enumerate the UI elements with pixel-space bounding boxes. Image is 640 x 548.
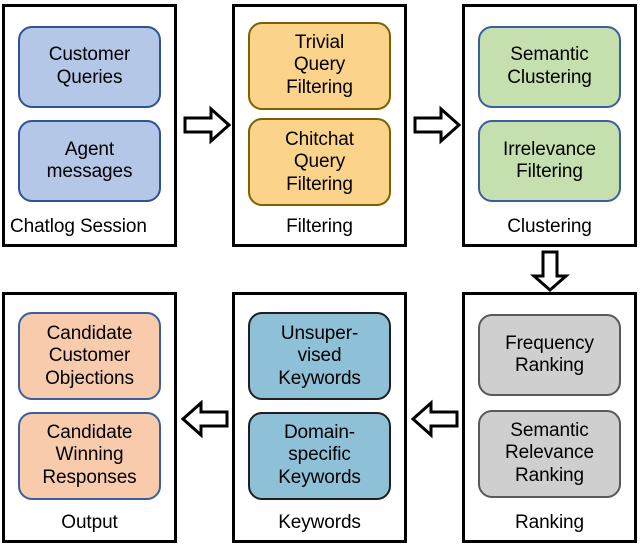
stage-label-filtering: Filtering: [286, 216, 353, 237]
arrow-filtering-to-clustering: [413, 105, 461, 145]
stage-panel-chatlog-session: Customer Queries Agent messages Chatlog …: [2, 4, 177, 247]
stage-panel-ranking: Frequency Ranking Semantic Relevance Ran…: [462, 292, 637, 543]
card-trivial-query-filtering: Trivial Query Filtering: [248, 21, 391, 110]
card-domain-specific-keywords: Domain- specific Keywords: [248, 411, 391, 500]
arrow-clustering-to-ranking: [530, 250, 570, 292]
stage-cards-clustering: Semantic Clustering Irrelevance Filterin…: [465, 7, 634, 215]
card-semantic-clustering: Semantic Clustering: [478, 25, 621, 108]
card-irrelevance-filtering: Irrelevance Filtering: [478, 120, 621, 203]
card-customer-queries: Customer Queries: [18, 25, 161, 108]
card-agent-messages: Agent messages: [18, 120, 161, 203]
card-frequency-ranking: Frequency Ranking: [478, 314, 621, 397]
stage-cards-chatlog-session: Customer Queries Agent messages: [5, 7, 174, 215]
card-semantic-relevance-ranking: Semantic Relevance Ranking: [478, 409, 621, 498]
card-chitchat-query-filtering: Chitchat Query Filtering: [248, 118, 391, 207]
stage-label-clustering: Clustering: [507, 216, 592, 237]
stage-label-ranking: Ranking: [514, 512, 584, 533]
stage-cards-ranking: Frequency Ranking Semantic Relevance Ran…: [465, 295, 634, 511]
card-candidate-customer-objections: Candidate Customer Objections: [18, 312, 161, 401]
stage-label-keywords: Keywords: [278, 512, 361, 533]
arrow-chatlog-to-filtering: [183, 105, 231, 145]
stage-panel-keywords: Unsuper- vised Keywords Domain- specific…: [232, 292, 407, 543]
card-candidate-winning-responses: Candidate Winning Responses: [18, 411, 161, 500]
arrow-ranking-to-keywords: [411, 398, 459, 440]
card-unsupervised-keywords: Unsuper- vised Keywords: [248, 312, 391, 401]
stage-panel-filtering: Trivial Query Filtering Chitchat Query F…: [232, 4, 407, 247]
stage-panel-clustering: Semantic Clustering Irrelevance Filterin…: [462, 4, 637, 247]
stage-label-output: Output: [61, 512, 118, 533]
stage-panel-output: Candidate Customer Objections Candidate …: [2, 292, 177, 543]
stage-cards-filtering: Trivial Query Filtering Chitchat Query F…: [235, 7, 404, 215]
stage-cards-keywords: Unsuper- vised Keywords Domain- specific…: [235, 295, 404, 511]
stage-cards-output: Candidate Customer Objections Candidate …: [5, 295, 174, 511]
arrow-keywords-to-output: [181, 398, 229, 440]
diagram-canvas: Customer Queries Agent messages Chatlog …: [0, 0, 640, 548]
stage-label-chatlog-session: Chatlog Session: [10, 216, 147, 237]
